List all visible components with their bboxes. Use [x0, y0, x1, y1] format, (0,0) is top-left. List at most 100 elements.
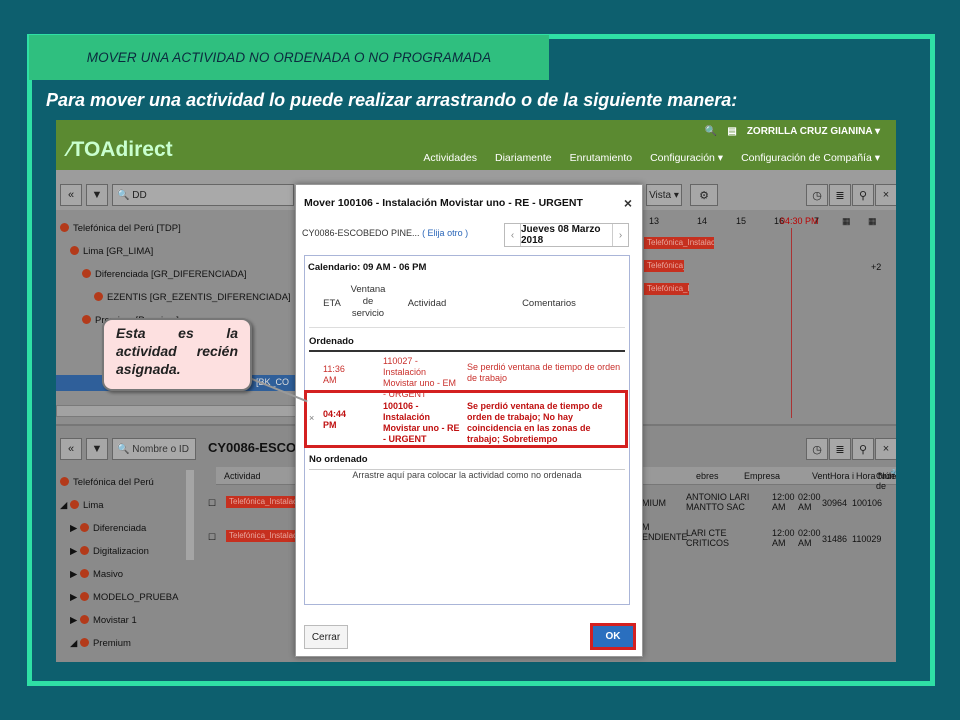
col-actividad[interactable]: Actividad	[224, 471, 261, 481]
tree-item[interactable]: Diferenciada [GR_DIFERENCIADA]	[82, 269, 247, 280]
tree-item[interactable]: ◢ Lima	[60, 500, 104, 511]
row-checkbox[interactable]: ☐	[208, 498, 216, 508]
nav-configuracion-compania[interactable]: Configuración de Compañía ▾	[741, 152, 880, 164]
row-checkbox[interactable]: ☐	[208, 532, 216, 542]
date-value[interactable]: Jueves 08 Marzo 2018	[521, 224, 612, 246]
tree-item[interactable]: Telefónica del Perú	[60, 477, 154, 488]
calendar-icon[interactable]: ▦	[868, 216, 877, 226]
org-icon	[79, 546, 89, 555]
prev-date-icon[interactable]: ‹	[505, 224, 521, 246]
nav-enrutamiento[interactable]: Enrutamiento	[570, 152, 632, 164]
grid-cell: ANTONIO LARI MANTTO SAC	[686, 492, 750, 512]
org-icon	[94, 292, 103, 301]
grid-cell: LARI CTE CRITICOS	[686, 528, 730, 548]
tree-item[interactable]: EZENTIS [GR_EZENTIS_DIFERENCIADA]	[94, 292, 291, 303]
map-pin-icon[interactable]: ⚲	[852, 438, 874, 460]
grid-cell: 30964	[822, 498, 848, 508]
col-ventana[interactable]: Vent	[812, 471, 830, 481]
timeline-tick: 7	[814, 216, 820, 226]
col-comentarios: Comentarios	[522, 298, 576, 309]
search-icon[interactable]: 🔍	[705, 126, 717, 137]
choose-other-link[interactable]: ( Elija otro )	[422, 228, 468, 238]
section-no-ordenado: No ordenado	[309, 454, 368, 465]
tree-item[interactable]: ▶ Digitalizacion	[70, 546, 149, 557]
dialog-title: Mover 100106 - Instalación Movistar uno …	[304, 197, 583, 209]
unordered-drop-zone[interactable]: Arrastre aquí para colocar la actividad …	[309, 469, 625, 483]
app-header: ⁄TOAdirect 🔍 ▤ ZORRILLA CRUZ GIANINA ▾ A…	[56, 120, 896, 170]
close-icon[interactable]: ×	[875, 184, 896, 206]
activity-bar[interactable]: Telefónica_Instalación	[644, 237, 714, 249]
col-eta: ETA	[323, 298, 341, 309]
org-icon	[60, 477, 69, 486]
dialog-close-icon[interactable]: ×	[624, 195, 632, 211]
tree-item[interactable]: ▶ Movistar 1	[70, 615, 137, 626]
tree-item[interactable]: ◢ Premium	[70, 638, 131, 649]
collapse-icon[interactable]: «	[60, 438, 82, 460]
clock-icon[interactable]: ◷	[806, 438, 828, 460]
list-icon[interactable]: ≣	[829, 438, 851, 460]
date-picker: ‹ Jueves 08 Marzo 2018 ›	[504, 223, 629, 247]
grid-cell: 12:00 AM	[772, 528, 795, 548]
move-activity-dialog: Mover 100106 - Instalación Movistar uno …	[295, 184, 643, 657]
slide-instruction: Para mover una actividad lo puede realiz…	[46, 90, 738, 110]
grid-cell: 02:00 AM	[798, 492, 821, 512]
timeline-tick: 13	[649, 216, 660, 226]
col-actividad: Actividad	[407, 298, 447, 309]
callout-note: Esta es la actividad recién asignada.	[102, 318, 252, 391]
timeline-tick: 15	[736, 216, 747, 226]
col-empresa[interactable]: Empresa	[744, 471, 780, 481]
nav-configuracion[interactable]: Configuración ▾	[650, 152, 723, 164]
org-icon	[69, 500, 79, 509]
activity-table-header: ETA Ventana de servicio Actividad Coment…	[309, 280, 625, 328]
grid-cell: 100106	[852, 498, 883, 508]
message-icon[interactable]: ▤	[727, 126, 736, 137]
activity-bar[interactable]: Telefónica_Instalación	[226, 530, 296, 542]
close-icon[interactable]: ×	[875, 438, 896, 460]
nav-diariamente[interactable]: Diariamente	[495, 152, 552, 164]
activity-bar[interactable]: Telefónica_Instalación	[644, 283, 689, 295]
clock-icon[interactable]: ◷	[806, 184, 828, 206]
grid-cell: 12:00 AM	[772, 492, 795, 512]
map-pin-icon[interactable]: ⚲	[852, 184, 874, 206]
slide-title: MOVER UNA ACTIVIDAD NO ORDENADA O NO PRO…	[29, 35, 549, 80]
list-icon[interactable]: ≣	[829, 184, 851, 206]
col-hora-inicio[interactable]: Hora i	[830, 471, 854, 481]
user-menu[interactable]: ZORRILLA CRUZ GIANINA ▾	[747, 126, 880, 137]
tree-item[interactable]: ▶ MODELO_PRUEBA	[70, 592, 178, 603]
count-badge: +2	[871, 262, 882, 272]
current-time-line	[791, 228, 792, 418]
gear-icon[interactable]: ⚙	[690, 184, 718, 206]
highlight-box	[304, 390, 628, 448]
calendar-icon[interactable]: ▦	[842, 216, 851, 226]
tree-item[interactable]: Lima [GR_LIMA]	[70, 246, 153, 257]
vertical-scrollbar[interactable]	[186, 470, 194, 560]
nav-actividades[interactable]: Actividades	[423, 152, 477, 164]
collapse-icon[interactable]: «	[60, 184, 82, 206]
tree-item[interactable]: Telefónica del Perú [TDP]	[60, 223, 181, 234]
close-button[interactable]: Cerrar	[304, 625, 348, 649]
app-logo: ⁄TOAdirect	[68, 138, 173, 161]
grid-cell: 31486	[822, 534, 848, 544]
search-input-top[interactable]: 🔍 DD	[112, 184, 294, 206]
col-segment[interactable]: ebres	[696, 471, 719, 481]
org-icon	[79, 569, 89, 578]
dialog-resource: CY0086-ESCOBEDO PINE... ( Elija otro )	[302, 228, 469, 238]
tree-item[interactable]: ▶ Diferenciada	[70, 523, 146, 534]
grid-cell: 02:00 AM	[798, 528, 821, 548]
timeline-tick: 14	[697, 216, 708, 226]
timeline-current-time: 04:30 PM	[780, 216, 819, 226]
activity-bar[interactable]: Telefónica_Instalación	[644, 260, 684, 272]
view-dropdown[interactable]: Vista ▾	[646, 184, 682, 206]
org-icon	[82, 315, 91, 324]
tree-item[interactable]: ▶ Masivo	[70, 569, 123, 580]
main-nav: Actividades Diariamente Enrutamiento Con…	[423, 152, 880, 164]
search-input-bottom[interactable]: 🔍 Nombre o ID	[112, 438, 196, 460]
wrench-icon[interactable]: 🔧	[890, 469, 896, 479]
filter-icon[interactable]: ▼	[86, 438, 108, 460]
ok-button[interactable]: OK	[590, 623, 636, 650]
org-icon	[82, 269, 91, 278]
activity-bar[interactable]: Telefónica_Instalación	[226, 496, 296, 508]
next-date-icon[interactable]: ›	[612, 224, 628, 246]
org-icon	[70, 246, 79, 255]
filter-icon[interactable]: ▼	[86, 184, 108, 206]
